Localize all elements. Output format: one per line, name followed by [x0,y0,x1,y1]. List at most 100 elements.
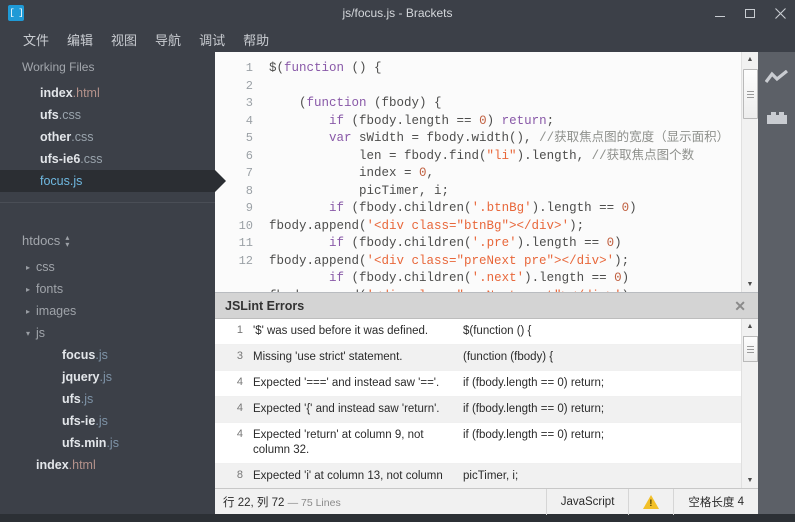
file-extension: .html [72,86,100,100]
file-basename: focus [40,174,70,188]
menu-item-navigate[interactable]: 导航 [146,27,190,52]
tree-file-item[interactable]: ufs-ie .js [0,410,215,432]
working-file-item[interactable]: ufs-ie6 .css [0,148,215,170]
close-button[interactable] [765,0,795,26]
close-icon [774,7,786,19]
sidebar-resizer[interactable] [0,203,215,225]
code-token: if [329,271,345,285]
jslint-error-row[interactable]: 4 Expected '{' and instead saw 'return'. i… [215,397,741,423]
menu-item-view[interactable]: 视图 [102,27,146,52]
jslint-scrollbar-grip-icon [746,344,754,355]
code-line: index = 0, [269,165,741,183]
tree-file-item[interactable]: index .html [0,454,215,476]
lint-warning-indicator[interactable] [628,488,673,515]
line-number: 10 [238,218,253,233]
code-text[interactable]: $(function () { (function (fbody) { if (… [263,52,741,292]
file-basename: ufs.min [62,436,107,450]
right-toolbar [758,52,795,514]
jslint-panel-header: JSLint Errors ✕ [215,293,758,319]
code-token: ).length == [531,201,622,215]
extension-manager-button[interactable] [764,104,790,128]
code-token: picTimer, i; [269,183,450,198]
tree-file-item[interactable]: ufs .js [0,388,215,410]
code-token: 0 [621,201,630,215]
error-message: '$' was used before it was defined. [253,325,429,337]
jslint-close-icon[interactable]: ✕ [730,299,750,313]
line-number: 3 [245,96,253,110]
jslint-scrollbar-thumb[interactable] [742,336,758,362]
error-source-snippet: (function (fbody) { [463,351,554,363]
working-file-item[interactable]: focus .js [0,170,226,192]
code-token: '<div class="btnBg"></div>' [366,218,570,233]
language-selector[interactable]: JavaScript [545,488,629,515]
file-basename: ufs [62,392,81,406]
tree-folder-item[interactable]: ▸ css [0,256,215,278]
tree-folder-item[interactable]: ▸ fonts [0,278,215,300]
code-token: //获取焦点图个数 [591,148,695,163]
menu-item-help[interactable]: 帮助 [234,27,278,52]
jslint-scroll-up-arrow-icon[interactable]: ▲ [742,319,759,334]
error-line-number: 3 [236,350,243,362]
editor-vertical-scrollbar[interactable]: ▲ ▼ [741,52,758,292]
chevron-down-icon[interactable]: ▾ [22,329,34,338]
jslint-error-row[interactable]: 3 Missing 'use strict' statement. (functio… [215,345,741,371]
working-file-item[interactable]: ufs .css [0,104,215,126]
jslint-error-row[interactable]: 4 Expected 'return' at column 9, not colu… [215,423,741,464]
code-line: picTimer, i; [269,183,741,201]
tree-file-item[interactable]: focus .js [0,344,215,366]
code-token: "li" [486,148,517,163]
live-preview-button[interactable] [764,66,790,90]
status-bar: 行 22, 列 72 — 75 Lines JavaScript 空格长度 4 [215,488,758,515]
folder-name: fonts [36,282,64,296]
code-token: (fbody.children( [344,236,472,250]
cursor-position[interactable]: 行 22, 列 72 — 75 Lines [223,494,341,510]
line-number: 2 [245,78,253,93]
line-number: 4 [245,113,253,128]
file-basename: focus [62,348,96,362]
tree-folder-item[interactable]: ▾ js [0,322,215,344]
code-token: ); [569,218,585,233]
working-file-item[interactable]: index .html [0,82,215,104]
warning-triangle-icon [643,494,660,509]
error-line-number: 1 [236,324,243,336]
brackets-window: [ ] js/focus.js - Brackets 文件 编辑 视图 导航 调… [0,0,795,522]
menu-item-debug[interactable]: 调试 [190,27,234,52]
chevron-right-icon[interactable]: ▸ [22,263,34,272]
tree-folder-item[interactable]: ▸ images [0,300,215,322]
jslint-error-row[interactable]: 1 '$' was used before it was defined. $(fu… [215,319,741,345]
menu-item-file[interactable]: 文件 [14,27,58,52]
working-file-item[interactable]: other .css [0,126,215,148]
code-token: ).length, [516,148,592,163]
code-token: sWidth = fbody.width(), [351,131,540,145]
line-number: 5 [245,131,253,145]
code-token: function [306,96,367,110]
file-extension: .js [95,414,108,428]
indent-value[interactable]: 4 [738,496,744,508]
minimize-icon [715,15,725,17]
code-line: fbody.append('<div class="preNext pre"><… [269,253,741,271]
code-line: $(function () { [269,60,741,78]
jslint-error-row[interactable]: 8 Expected 'i' at column 13, not column pi… [215,464,741,488]
menu-item-edit[interactable]: 编辑 [58,27,102,52]
maximize-button[interactable] [735,0,765,26]
tree-file-item[interactable]: jquery .js [0,366,215,388]
file-basename: jquery [62,370,100,384]
file-extension: .js [106,436,119,450]
code-editor[interactable]: 1 2 3 4 5 6 7 8 9 10 11 12 $(function () { (functio… [215,52,758,292]
jslint-vertical-scrollbar[interactable]: ▲ ▼ [741,319,758,488]
minimize-button[interactable] [705,0,735,26]
code-token: (fbody.children( [344,271,472,285]
scroll-up-arrow-icon[interactable]: ▲ [742,52,759,67]
file-extension: .js [99,370,113,384]
tree-file-item[interactable]: ufs.min .js [0,432,215,454]
chevron-right-icon[interactable]: ▸ [22,307,34,316]
error-message: Expected '===' and instead saw '=='. [253,377,440,389]
scroll-down-arrow-icon[interactable]: ▼ [742,277,759,292]
chevron-right-icon[interactable]: ▸ [22,285,34,294]
project-selector[interactable]: htdocs ▴ ▾ [0,225,215,252]
jslint-error-row[interactable]: 4 Expected '===' and instead saw '=='. if … [215,371,741,397]
indent-setting[interactable]: 空格长度 4 [673,488,758,515]
scrollbar-thumb[interactable] [742,69,758,119]
jslint-scroll-down-arrow-icon[interactable]: ▼ [742,473,759,488]
